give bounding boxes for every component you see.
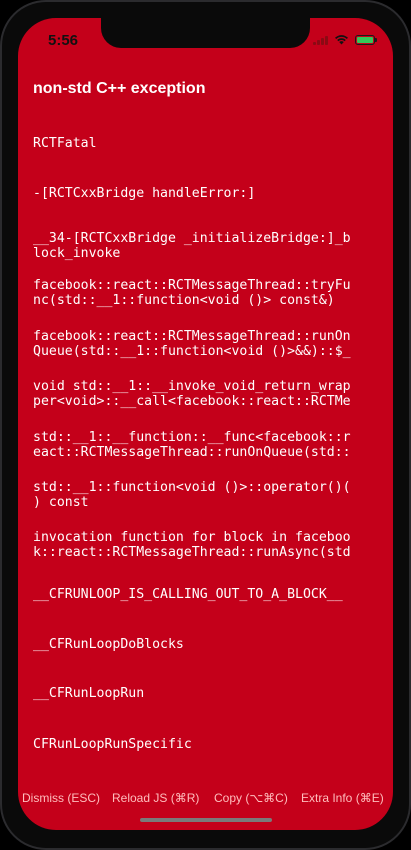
device-frame: 5:56 non-std C++ exception RCTFatal -[RC…: [0, 0, 411, 850]
reload-js-button[interactable]: Reload JS (⌘R): [112, 791, 199, 805]
stack-frame[interactable]: std::__1::function<void ()>::operator()(…: [33, 480, 373, 510]
stack-frame[interactable]: void std::__1::__invoke_void_return_wrap…: [33, 379, 373, 409]
error-title: non-std C++ exception: [33, 80, 206, 97]
stack-frame[interactable]: RCTFatal: [33, 136, 373, 151]
dismiss-button[interactable]: Dismiss (ESC): [22, 791, 100, 805]
copy-button[interactable]: Copy (⌥⌘C): [214, 791, 288, 805]
home-indicator[interactable]: [140, 818, 272, 822]
stack-frame[interactable]: __CFRUNLOOP_IS_CALLING_OUT_TO_A_BLOCK__: [33, 587, 373, 602]
stack-frame[interactable]: invocation function for block in faceboo…: [33, 530, 373, 560]
signal-icon: [313, 35, 328, 45]
stack-frame[interactable]: __CFRunLoopRun: [33, 686, 373, 701]
redbox-footer: Dismiss (ESC) Reload JS (⌘R) Copy (⌥⌘C) …: [18, 791, 393, 811]
device-notch: [101, 18, 310, 48]
stack-frame[interactable]: std::__1::__function::__func<facebook::r…: [33, 430, 373, 460]
stack-frame[interactable]: __CFRunLoopDoBlocks: [33, 637, 373, 652]
stack-frame[interactable]: facebook::react::RCTMessageThread::runOn…: [33, 329, 373, 359]
wifi-icon: [335, 35, 348, 45]
status-time: 5:56: [48, 32, 79, 49]
stack-frame[interactable]: CFRunLoopRunSpecific: [33, 737, 373, 752]
redbox-error-screen: 5:56 non-std C++ exception RCTFatal -[RC…: [18, 18, 393, 830]
battery-charging-icon: [355, 34, 377, 45]
extra-info-button[interactable]: Extra Info (⌘E): [301, 791, 384, 805]
stack-frame[interactable]: -[RCTCxxBridge handleError:]: [33, 186, 373, 201]
stack-frame[interactable]: facebook::react::RCTMessageThread::tryFu…: [33, 278, 373, 308]
status-icons: [313, 34, 377, 45]
stack-frame[interactable]: __34-[RCTCxxBridge _initializeBridge:]_b…: [33, 231, 373, 261]
